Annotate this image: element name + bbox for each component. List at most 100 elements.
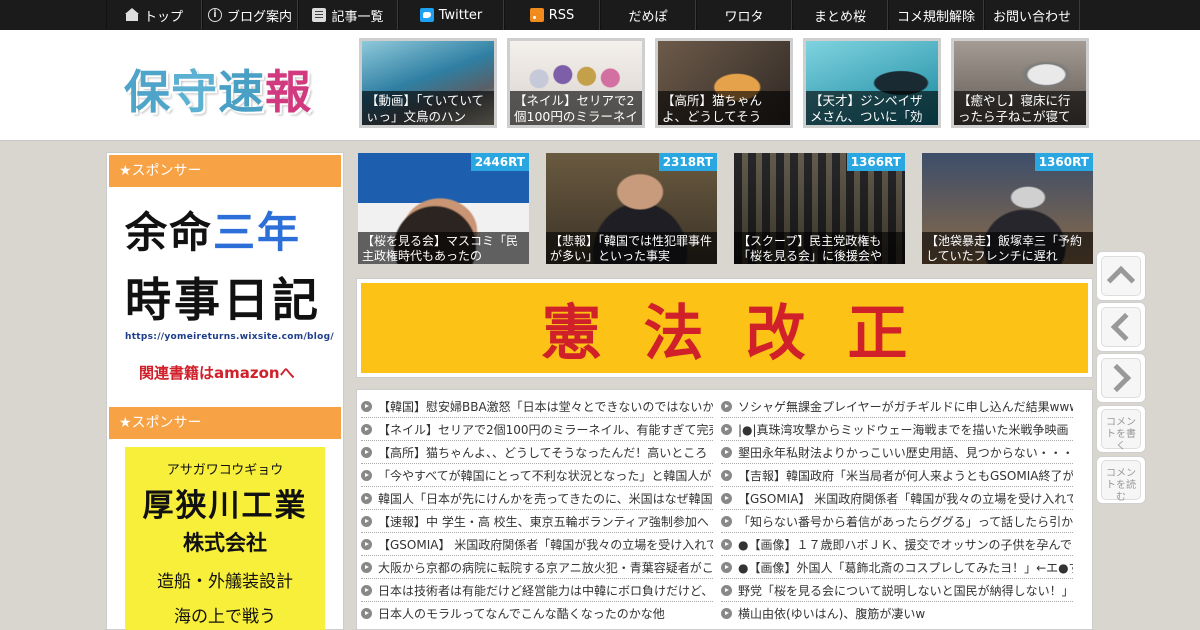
- play-bullet-icon: [721, 469, 732, 481]
- play-bullet-icon: [721, 538, 732, 550]
- ad-headline: 余命三年: [125, 199, 325, 260]
- list-item-text: 【GSOMIA】 米国政府関係者「韓国が我々の立場を受け入れて: [738, 491, 1073, 506]
- list-item[interactable]: 【GSOMIA】 米国政府関係者「韓国が我々の立場を受け入れて: [361, 533, 713, 556]
- list-item-text: ソシャゲ無課金プレイヤーがガチギルドに申し込んだ結果www: [738, 399, 1073, 414]
- sponsor-heading: ★スポンサー: [109, 155, 341, 187]
- nav-comment-unblock-label: コメ規制解除: [896, 9, 975, 25]
- nav-blog-guide-label: ブログ案内: [226, 9, 292, 25]
- read-comment-button[interactable]: コメントを読む: [1096, 456, 1146, 504]
- list-item-text: 【高所】猫ちゃんよ、、どうしてそうなったんだ！高いところ: [378, 445, 708, 460]
- nav-matome-sakura-label: まとめ桜: [813, 9, 866, 25]
- banner-char: 法: [643, 298, 704, 369]
- play-bullet-icon: [721, 423, 732, 435]
- logo-char: 速: [218, 65, 265, 119]
- list-item[interactable]: 【ネイル】セリアで2個100円のミラーネイル、有能すぎて完売: [361, 418, 713, 441]
- scroll-top-button[interactable]: [1096, 251, 1146, 301]
- nav-comment-unblock[interactable]: コメ規制解除: [888, 0, 984, 30]
- list-item[interactable]: 【韓国】慰安婦BBA激怒「日本は堂々とできないのではないか: [361, 395, 713, 418]
- list-item-text: 【韓国】慰安婦BBA激怒「日本は堂々とできないのではないか: [378, 399, 713, 414]
- header-article-thumb[interactable]: 【癒やし】寝床に行ったら子ねこが寝て: [951, 38, 1089, 128]
- list-item[interactable]: 墾田永年私財法よりかっこいい歴史用語、見つからない・・・: [721, 441, 1073, 464]
- header-article-thumb[interactable]: 【ネイル】セリアで2個100円のミラーネイ: [507, 38, 645, 128]
- play-bullet-icon: [361, 423, 372, 435]
- constitution-banner[interactable]: 憲 法 改 正: [356, 278, 1093, 378]
- logo-char: 保: [124, 65, 171, 119]
- retweet-count-badge: 2318RT: [658, 153, 717, 171]
- list-item[interactable]: 【GSOMIA】 米国政府関係者「韓国が我々の立場を受け入れて: [721, 487, 1073, 510]
- list-item[interactable]: ソシャゲ無課金プレイヤーがガチギルドに申し込んだ結果www: [721, 395, 1073, 418]
- header-article-thumb[interactable]: 【動画】「ていていてぃっ」文鳥のハン: [359, 38, 497, 128]
- thumb-caption: 【悲報】「韓国では性犯罪事件が多い」といった事実: [546, 232, 717, 264]
- header-article-thumb[interactable]: 【高所】猫ちゃんよ、どうしてそう: [655, 38, 793, 128]
- list-item[interactable]: ●【画像】１７歳即ハボＪＫ、援交でオッサンの子供を孕んで: [721, 533, 1073, 556]
- thumb-caption: 【天才】ジンベイザメさん、ついに「効: [806, 91, 938, 125]
- list-item[interactable]: 【吉報】韓国政府「米当局者が何人来ようともGSOMIA終了が: [721, 464, 1073, 487]
- list-item[interactable]: 日本は技術者は有能だけど経営能力は中韓にボロ負けだけど、: [361, 579, 713, 602]
- list-item-text: |●|真珠湾攻撃からミッドウェー海戦までを描いた米戦争映画「: [738, 422, 1073, 437]
- nav-blog-guide[interactable]: i ブログ案内: [202, 0, 298, 30]
- article-list-left: 【韓国】慰安婦BBA激怒「日本は堂々とできないのではないか 【ネイル】セリアで2…: [361, 395, 713, 624]
- sponsor-ad-jiji-nikki[interactable]: 余命三年 時事日記 https://yomeireturns.wixsite.c…: [125, 199, 334, 384]
- site-logo[interactable]: 保守速報: [124, 56, 312, 122]
- header-article-thumb[interactable]: 【天才】ジンベイザメさん、ついに「効: [803, 38, 941, 128]
- list-item[interactable]: 野党「桜を見る会について説明しないと国民が納得しない！」: [721, 579, 1073, 602]
- popular-article-thumb[interactable]: 2318RT 【悲報】「韓国では性犯罪事件が多い」といった事実: [546, 153, 717, 264]
- popular-article-thumb[interactable]: 1366RT 【スクープ】民主党政権も「桜を見る会」に後援会や: [734, 153, 905, 264]
- nav-damepo-label: だめぽ: [628, 9, 668, 25]
- list-item-text: 日本人のモラルってなんでこんな酷くなったのかな他: [378, 606, 665, 621]
- list-item[interactable]: 日本人のモラルってなんでこんな酷くなったのかな他: [361, 602, 713, 624]
- thumb-caption: 【桜を見る会】マスコミ「民主政権時代もあったの: [358, 232, 529, 264]
- nav-warota[interactable]: ワロタ: [696, 0, 792, 30]
- list-item[interactable]: 「今やすべてが韓国にとって不利な状況となった」と韓国人が: [361, 464, 713, 487]
- list-item[interactable]: 大阪から京都の病院に転院する京アニ放火犯・青葉容疑者がこ: [361, 556, 713, 579]
- list-item-text: 大阪から京都の病院に転院する京アニ放火犯・青葉容疑者がこ: [378, 560, 713, 575]
- nav-matome-sakura[interactable]: まとめ桜: [792, 0, 888, 30]
- chevron-up-icon: [1101, 256, 1141, 296]
- nav-twitter[interactable]: Twitter: [398, 0, 504, 30]
- ad-amazon-link[interactable]: 関連書籍はamazonへ: [125, 362, 325, 383]
- list-item-text: 墾田永年私財法よりかっこいい歴史用語、見つからない・・・: [738, 445, 1073, 460]
- play-bullet-icon: [361, 446, 372, 458]
- list-item[interactable]: 横山由依(ゆいはん)、腹筋が凄いw: [721, 602, 1073, 624]
- ad-tagline: 海の上で戦う: [174, 607, 276, 627]
- popular-article-thumb[interactable]: 1360RT 【池袋暴走】飯塚幸三「予約していたフレンチに遅れ: [922, 153, 1093, 264]
- ad-kana: アサガワコウギョウ: [166, 463, 284, 478]
- list-item[interactable]: 【高所】猫ちゃんよ、、どうしてそうなったんだ！高いところ: [361, 441, 713, 464]
- list-item[interactable]: 【速報】中 学生・高 校生、東京五輪ボランティア強制参加へ: [361, 510, 713, 533]
- write-comment-button[interactable]: コメントを書く: [1096, 405, 1146, 453]
- play-bullet-icon: [721, 446, 732, 458]
- thumb-caption: 【癒やし】寝床に行ったら子ねこが寝て: [954, 91, 1086, 125]
- nav-top[interactable]: トップ: [106, 0, 202, 30]
- list-item[interactable]: ●【画像】外国人「葛飾北斎のコスプレしてみたヨ！」←エ●す: [721, 556, 1073, 579]
- ad-headline-part: 三年: [213, 208, 302, 257]
- list-item-text: 【ネイル】セリアで2個100円のミラーネイル、有能すぎて完売: [378, 422, 713, 437]
- chevron-left-icon: [1101, 307, 1141, 347]
- nav-damepo[interactable]: だめぽ: [600, 0, 696, 30]
- list-item[interactable]: 韓国人「日本が先にけんかを売ってきたのに、米国はなぜ韓国: [361, 487, 713, 510]
- nav-article-list[interactable]: 記事一覧: [298, 0, 398, 30]
- play-bullet-icon: [361, 469, 372, 481]
- previous-article-button[interactable]: [1096, 302, 1146, 352]
- nav-twitter-label: Twitter: [438, 7, 483, 23]
- list-item[interactable]: 「知らない番号から着信があったらググる」って話したら引か: [721, 510, 1073, 533]
- home-icon: [124, 8, 139, 22]
- play-bullet-icon: [721, 492, 732, 504]
- play-bullet-icon: [361, 584, 372, 596]
- thumb-caption: 【ネイル】セリアで2個100円のミラーネイ: [510, 91, 642, 125]
- thumb-caption: 【高所】猫ちゃんよ、どうしてそう: [658, 91, 790, 125]
- twitter-icon: [419, 8, 434, 22]
- sponsor-ad-asagawa[interactable]: アサガワコウギョウ 厚狭川工業 株式会社 造船・外艤装設計 海の上で戦う: [125, 447, 325, 630]
- play-bullet-icon: [361, 538, 372, 550]
- popular-article-thumb[interactable]: 2446RT 【桜を見る会】マスコミ「民主政権時代もあったの: [358, 153, 529, 264]
- banner-char: 改: [745, 298, 806, 369]
- nav-contact[interactable]: お問い合わせ: [984, 0, 1080, 30]
- list-icon: [312, 8, 327, 22]
- next-article-button[interactable]: [1096, 353, 1146, 403]
- play-bullet-icon: [361, 561, 372, 573]
- nav-rss[interactable]: RSS: [504, 0, 600, 30]
- list-item[interactable]: |●|真珠湾攻撃からミッドウェー海戦までを描いた米戦争映画「: [721, 418, 1073, 441]
- list-item-text: 野党「桜を見る会について説明しないと国民が納得しない！」: [738, 583, 1073, 598]
- list-item-text: 「知らない番号から着信があったらググる」って話したら引か: [738, 514, 1073, 529]
- ad-url: https://yomeireturns.wixsite.com/blog/: [125, 332, 334, 342]
- ad-company-type: 株式会社: [183, 531, 267, 555]
